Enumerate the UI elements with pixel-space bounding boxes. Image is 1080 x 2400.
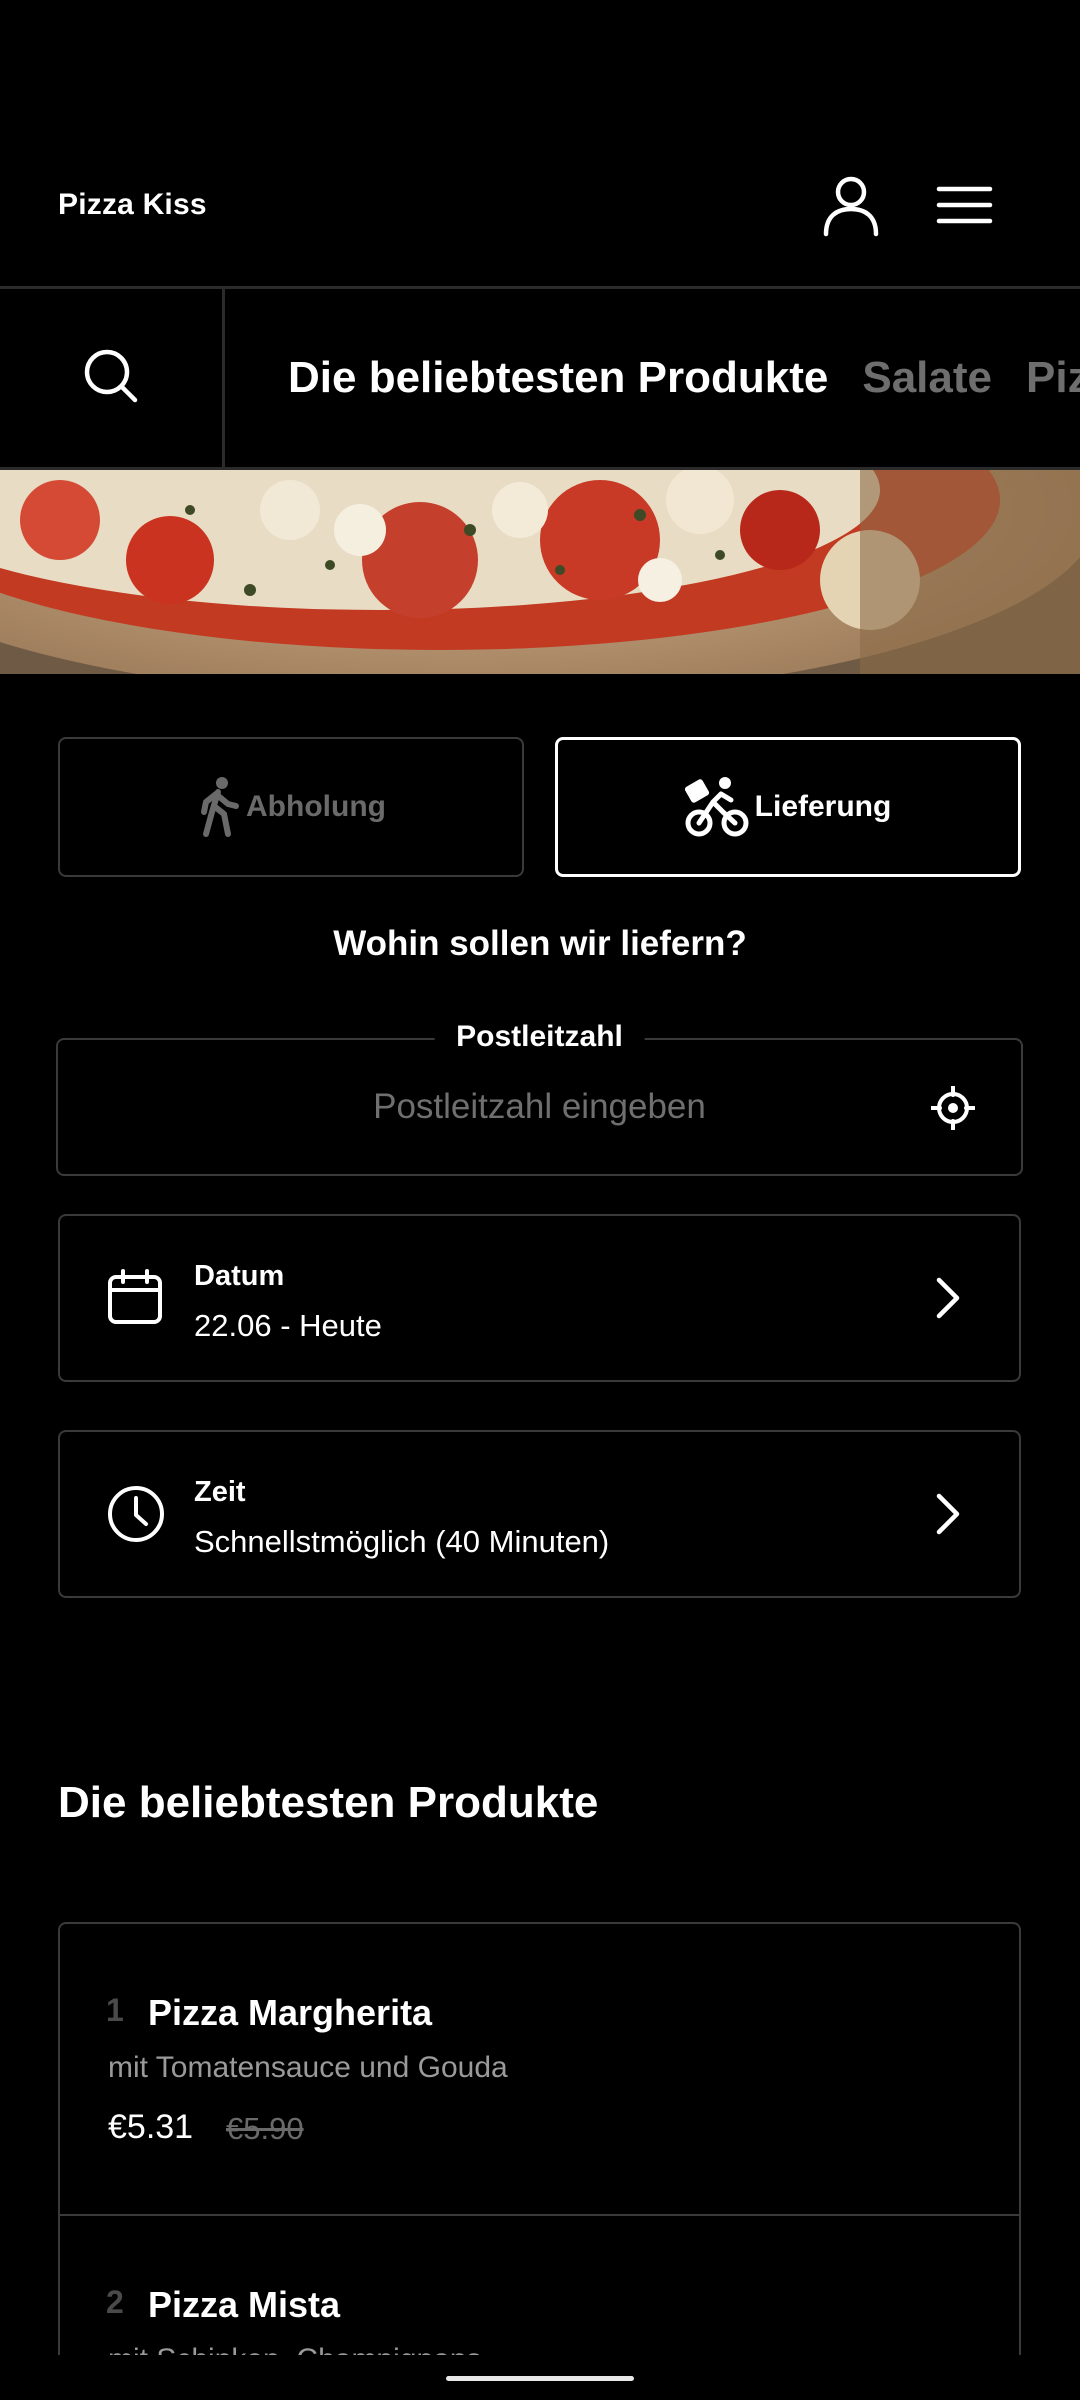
calendar-icon [108,1269,162,1324]
date-picker[interactable]: Datum 22.06 - Heute [58,1214,1021,1382]
product-name: Pizza Mista [148,2284,341,2325]
date-value: 22.06 - Heute [194,1308,382,1343]
account-button[interactable] [818,172,884,238]
menu-button[interactable] [930,172,996,238]
category-nav: Die beliebtesten Produkte Salate Pizza [0,289,1080,470]
product-item[interactable]: 2 Pizza Mista mit Schinken, Champignons [60,2214,1019,2362]
postal-code-label: Postleitzahl [434,1020,645,1054]
user-icon [823,176,879,237]
clock-icon [108,1486,164,1542]
postal-code-field[interactable]: Postleitzahl [56,1020,1023,1176]
product-price: €5.31 [108,2108,194,2146]
product-name: Pizza Margherita [148,1992,433,2033]
time-value: Schnellstmöglich (40 Minuten) [194,1524,610,1559]
tab-beliebteste-produkte[interactable]: Die beliebtesten Produkte [288,289,828,467]
product-old-price: €5.90 [226,2111,304,2146]
brand-name[interactable]: Pizza Kiss [58,188,207,222]
delivery-button[interactable]: Lieferung [555,737,1021,877]
section-title: Die beliebtesten Produkte [58,1778,599,1827]
pickup-label: Abholung [246,790,386,823]
delivery-label: Lieferung [754,790,892,823]
date-title: Datum [194,1260,285,1292]
pickup-button[interactable]: Abholung [58,737,524,877]
home-indicator[interactable] [446,2376,634,2381]
app-header: Pizza Kiss [0,0,1080,289]
walking-person-icon [201,777,240,837]
product-rank: 1 [106,1992,124,2028]
pizza-photo [0,470,1080,674]
postal-code-input[interactable] [58,1040,1021,1174]
time-picker[interactable]: Zeit Schnellstmöglich (40 Minuten) [58,1430,1021,1598]
product-list: 1 Pizza Margherita mit Tomatensauce und … [58,1922,1021,2362]
category-tabs: Die beliebtesten Produkte Salate Pizza [288,289,1080,467]
chevron-right-icon [936,1493,960,1535]
delivery-question: Wohin sollen wir liefern? [333,924,747,963]
time-title: Zeit [194,1476,246,1508]
product-rank: 2 [106,2284,124,2320]
hero-pizza-image [0,470,1080,674]
tab-pizza[interactable]: Pizza [1026,289,1080,467]
crosshair-location-icon[interactable] [931,1086,975,1130]
tab-salate[interactable]: Salate [862,289,992,467]
chevron-right-icon [936,1277,960,1319]
product-item[interactable]: 1 Pizza Margherita mit Tomatensauce und … [60,1924,1019,2214]
bicycle-delivery-icon [684,777,749,837]
search-button[interactable] [0,289,225,467]
search-icon [84,349,138,403]
hamburger-menu-icon [936,186,993,224]
product-description: mit Tomatensauce und Gouda [108,2051,508,2084]
